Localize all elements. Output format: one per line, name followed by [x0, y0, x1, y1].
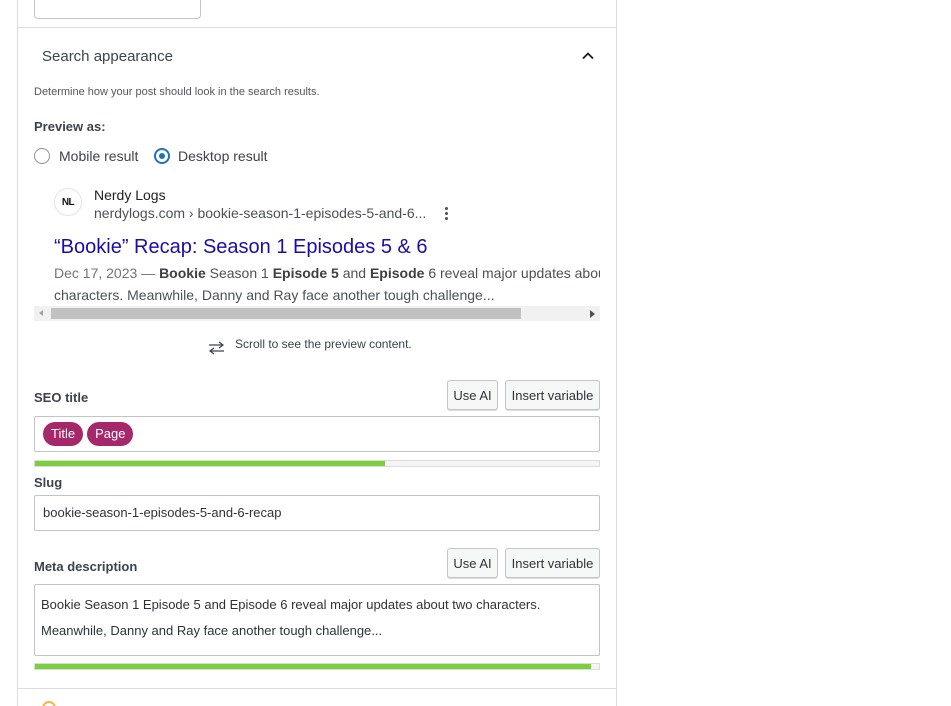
meta-description-textarea[interactable]: Bookie Season 1 Episode 5 and Episode 6 …	[34, 584, 600, 656]
preview-site-name: Nerdy Logs	[94, 187, 166, 203]
snippet-bold: Bookie	[159, 265, 206, 281]
variable-chip-title[interactable]: Title	[43, 422, 84, 446]
site-favicon: NL	[54, 188, 82, 216]
seo-title-insert-variable-button[interactable]: Insert variable	[505, 380, 600, 410]
meta-description-label: Meta description	[34, 559, 138, 574]
previous-section-button[interactable]	[34, 0, 201, 19]
scroll-left-arrow-icon[interactable]	[39, 310, 43, 316]
scroll-right-arrow-icon[interactable]	[590, 310, 595, 318]
preview-title[interactable]: “Bookie” Recap: Season 1 Episodes 5 & 6	[54, 236, 428, 259]
snippet-bold: Episode 5	[272, 265, 339, 281]
snippet-text: Season 1	[205, 265, 273, 281]
section-divider	[18, 688, 616, 689]
section-divider	[18, 27, 616, 28]
seo-title-input[interactable]: Title Page	[34, 416, 600, 452]
slug-input[interactable]: bookie-season-1-episodes-5-and-6-recap	[34, 495, 600, 531]
radio-mobile-result[interactable]: Mobile result	[34, 148, 138, 164]
radio-circle[interactable]	[154, 148, 170, 164]
seo-title-progress-fill	[35, 461, 385, 466]
seo-title-label: SEO title	[34, 390, 89, 405]
snippet-text: and	[338, 265, 370, 281]
scroll-hint-text: Scroll to see the preview content.	[235, 337, 412, 351]
meta-description-progress-bar	[34, 663, 600, 670]
meta-description-progress-fill	[35, 664, 591, 669]
preview-url: nerdylogs.com › bookie-season-1-episodes…	[94, 205, 427, 221]
radio-label: Desktop result	[178, 148, 268, 164]
section-help-text: Determine how your post should look in t…	[34, 86, 320, 98]
radio-label: Mobile result	[59, 148, 139, 164]
scrollbar-thumb[interactable]	[51, 308, 521, 319]
slug-value: bookie-season-1-episodes-5-and-6-recap	[43, 505, 282, 520]
meta-insert-variable-button[interactable]: Insert variable	[505, 548, 600, 578]
slug-label: Slug	[34, 475, 63, 490]
meta-line: Bookie Season 1 Episode 5 and Episode 6 …	[41, 597, 541, 612]
seo-title-progress-bar	[34, 460, 600, 467]
google-preview: NL Nerdy Logs nerdylogs.com › bookie-sea…	[34, 180, 600, 315]
radio-desktop-result[interactable]: Desktop result	[154, 148, 267, 164]
snippet-bold: Episode	[369, 265, 425, 281]
meta-use-ai-button[interactable]: Use AI	[447, 548, 498, 578]
preview-horizontal-scrollbar[interactable]	[34, 306, 600, 321]
meta-description-text: Bookie Season 1 Episode 5 and Episode 6 …	[35, 585, 599, 651]
seo-title-use-ai-button[interactable]: Use AI	[447, 380, 498, 410]
preview-date: Dec 17, 2023 —	[54, 265, 160, 281]
snippet-text: 6 reveal major updates about two	[428, 265, 600, 281]
preview-as-label: Preview as:	[34, 119, 106, 134]
radio-circle[interactable]	[34, 148, 50, 164]
preview-snippet: Dec 17, 2023 — Bookie Season 1 Episode 5…	[54, 262, 600, 306]
meta-line: Meanwhile, Danny and Ray face another to…	[41, 623, 383, 638]
section-title[interactable]: Search appearance	[42, 48, 173, 65]
scroll-hint: Scroll to see the preview content.	[208, 337, 412, 355]
variable-chip-page[interactable]: Page	[87, 422, 134, 446]
swap-arrows-icon	[209, 341, 224, 355]
more-vertical-icon[interactable]	[442, 205, 450, 221]
chevron-up-icon[interactable]	[580, 48, 596, 64]
preview-snippet-line2: characters. Meanwhile, Danny and Ray fac…	[54, 287, 495, 303]
